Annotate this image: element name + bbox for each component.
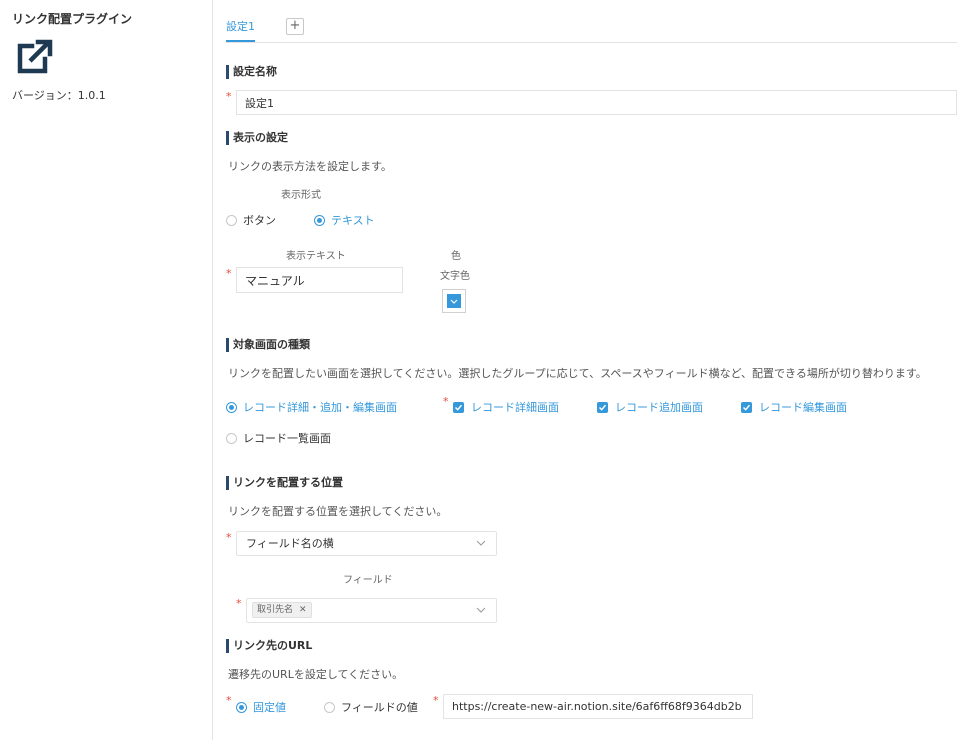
checkbox-record-edit[interactable]: レコード編集画面 (741, 399, 847, 415)
radio-url-field[interactable]: フィールドの値 (324, 699, 418, 715)
remove-tag-icon[interactable]: ✕ (299, 603, 307, 617)
position-description: リンクを配置する位置を選択してください。 (228, 505, 448, 518)
radio-url-fixed[interactable]: 固定値 (236, 699, 286, 715)
tag-label: 取引先名 (257, 605, 294, 615)
checkbox-checked-icon (741, 401, 752, 413)
required-mark: * (433, 694, 439, 707)
field-label: フィールド (343, 575, 393, 586)
required-mark: * (226, 90, 232, 103)
display-description: リンクの表示方法を設定します。 (228, 160, 392, 173)
radio-label: フィールドの値 (341, 701, 418, 714)
url-input[interactable]: https://create-new-air.notion.site/6af6f… (443, 694, 753, 719)
radio-icon (226, 432, 237, 444)
required-mark: * (226, 531, 232, 544)
radio-target-detail[interactable]: レコード詳細・追加・編集画面 (226, 399, 397, 415)
display-format-label: 表示形式 (281, 190, 321, 201)
chevron-down-icon (450, 299, 458, 304)
radio-label: レコード一覧画面 (243, 432, 331, 445)
section-title-name: 設定名称 (226, 65, 277, 79)
required-mark: * (226, 267, 232, 280)
radio-format-text[interactable]: テキスト (314, 212, 375, 228)
setting-name-input[interactable]: 設定1 (236, 90, 957, 115)
radio-label: レコード詳細・追加・編集画面 (243, 401, 397, 414)
checkbox-checked-icon (453, 401, 464, 413)
required-mark: * (236, 597, 242, 610)
display-text-input[interactable]: マニュアル (236, 267, 403, 293)
field-tag: 取引先名 ✕ (252, 602, 312, 618)
add-tab-button[interactable]: + (286, 18, 304, 35)
plugin-version: バージョン：1.0.1 (12, 89, 106, 102)
radio-target-list[interactable]: レコード一覧画面 (226, 430, 331, 446)
radio-checked-icon (236, 701, 247, 713)
external-link-icon (17, 39, 53, 74)
checkbox-record-add[interactable]: レコード追加画面 (597, 399, 703, 415)
radio-format-button[interactable]: ボタン (226, 212, 276, 228)
checkbox-label: レコード編集画面 (759, 401, 847, 414)
section-title-target: 対象画面の種類 (226, 338, 310, 352)
select-value: フィールド名の横 (246, 537, 334, 550)
position-select[interactable]: フィールド名の横 (236, 531, 497, 556)
checkbox-label: レコード追加画面 (615, 401, 703, 414)
required-mark: * (443, 395, 449, 408)
section-title-display: 表示の設定 (226, 131, 288, 145)
color-group-label: 色 (451, 251, 461, 262)
target-description: リンクを配置したい画面を選択してください。選択したグループに応じて、スペースやフ… (228, 367, 927, 380)
checkbox-record-detail[interactable]: レコード詳細画面 (453, 399, 559, 415)
checkbox-checked-icon (597, 401, 608, 413)
required-mark: * (226, 694, 232, 707)
color-swatch (447, 294, 461, 308)
radio-checked-icon (314, 214, 325, 226)
radio-icon (324, 701, 335, 713)
section-title-url: リンク先のURL (226, 639, 312, 653)
chevron-down-icon (476, 540, 486, 546)
radio-checked-icon (226, 401, 237, 413)
text-color-picker[interactable] (442, 289, 466, 313)
radio-label: ボタン (243, 214, 276, 227)
tab-setting-1[interactable]: 設定1 (226, 18, 255, 42)
radio-icon (226, 214, 237, 226)
radio-label: テキスト (331, 214, 375, 227)
text-color-label: 文字色 (440, 271, 470, 282)
section-title-position: リンクを配置する位置 (226, 476, 343, 490)
plugin-title: リンク配置プラグイン (12, 12, 133, 26)
url-description: 遷移先のURLを設定してください。 (228, 668, 404, 681)
display-text-label: 表示テキスト (286, 251, 346, 262)
chevron-down-icon (476, 607, 486, 613)
radio-label: 固定値 (253, 701, 286, 714)
plugin-sidebar: リンク配置プラグイン バージョン：1.0.1 (0, 0, 213, 740)
checkbox-label: レコード詳細画面 (471, 401, 559, 414)
settings-tabs: 設定1 + (226, 0, 957, 43)
